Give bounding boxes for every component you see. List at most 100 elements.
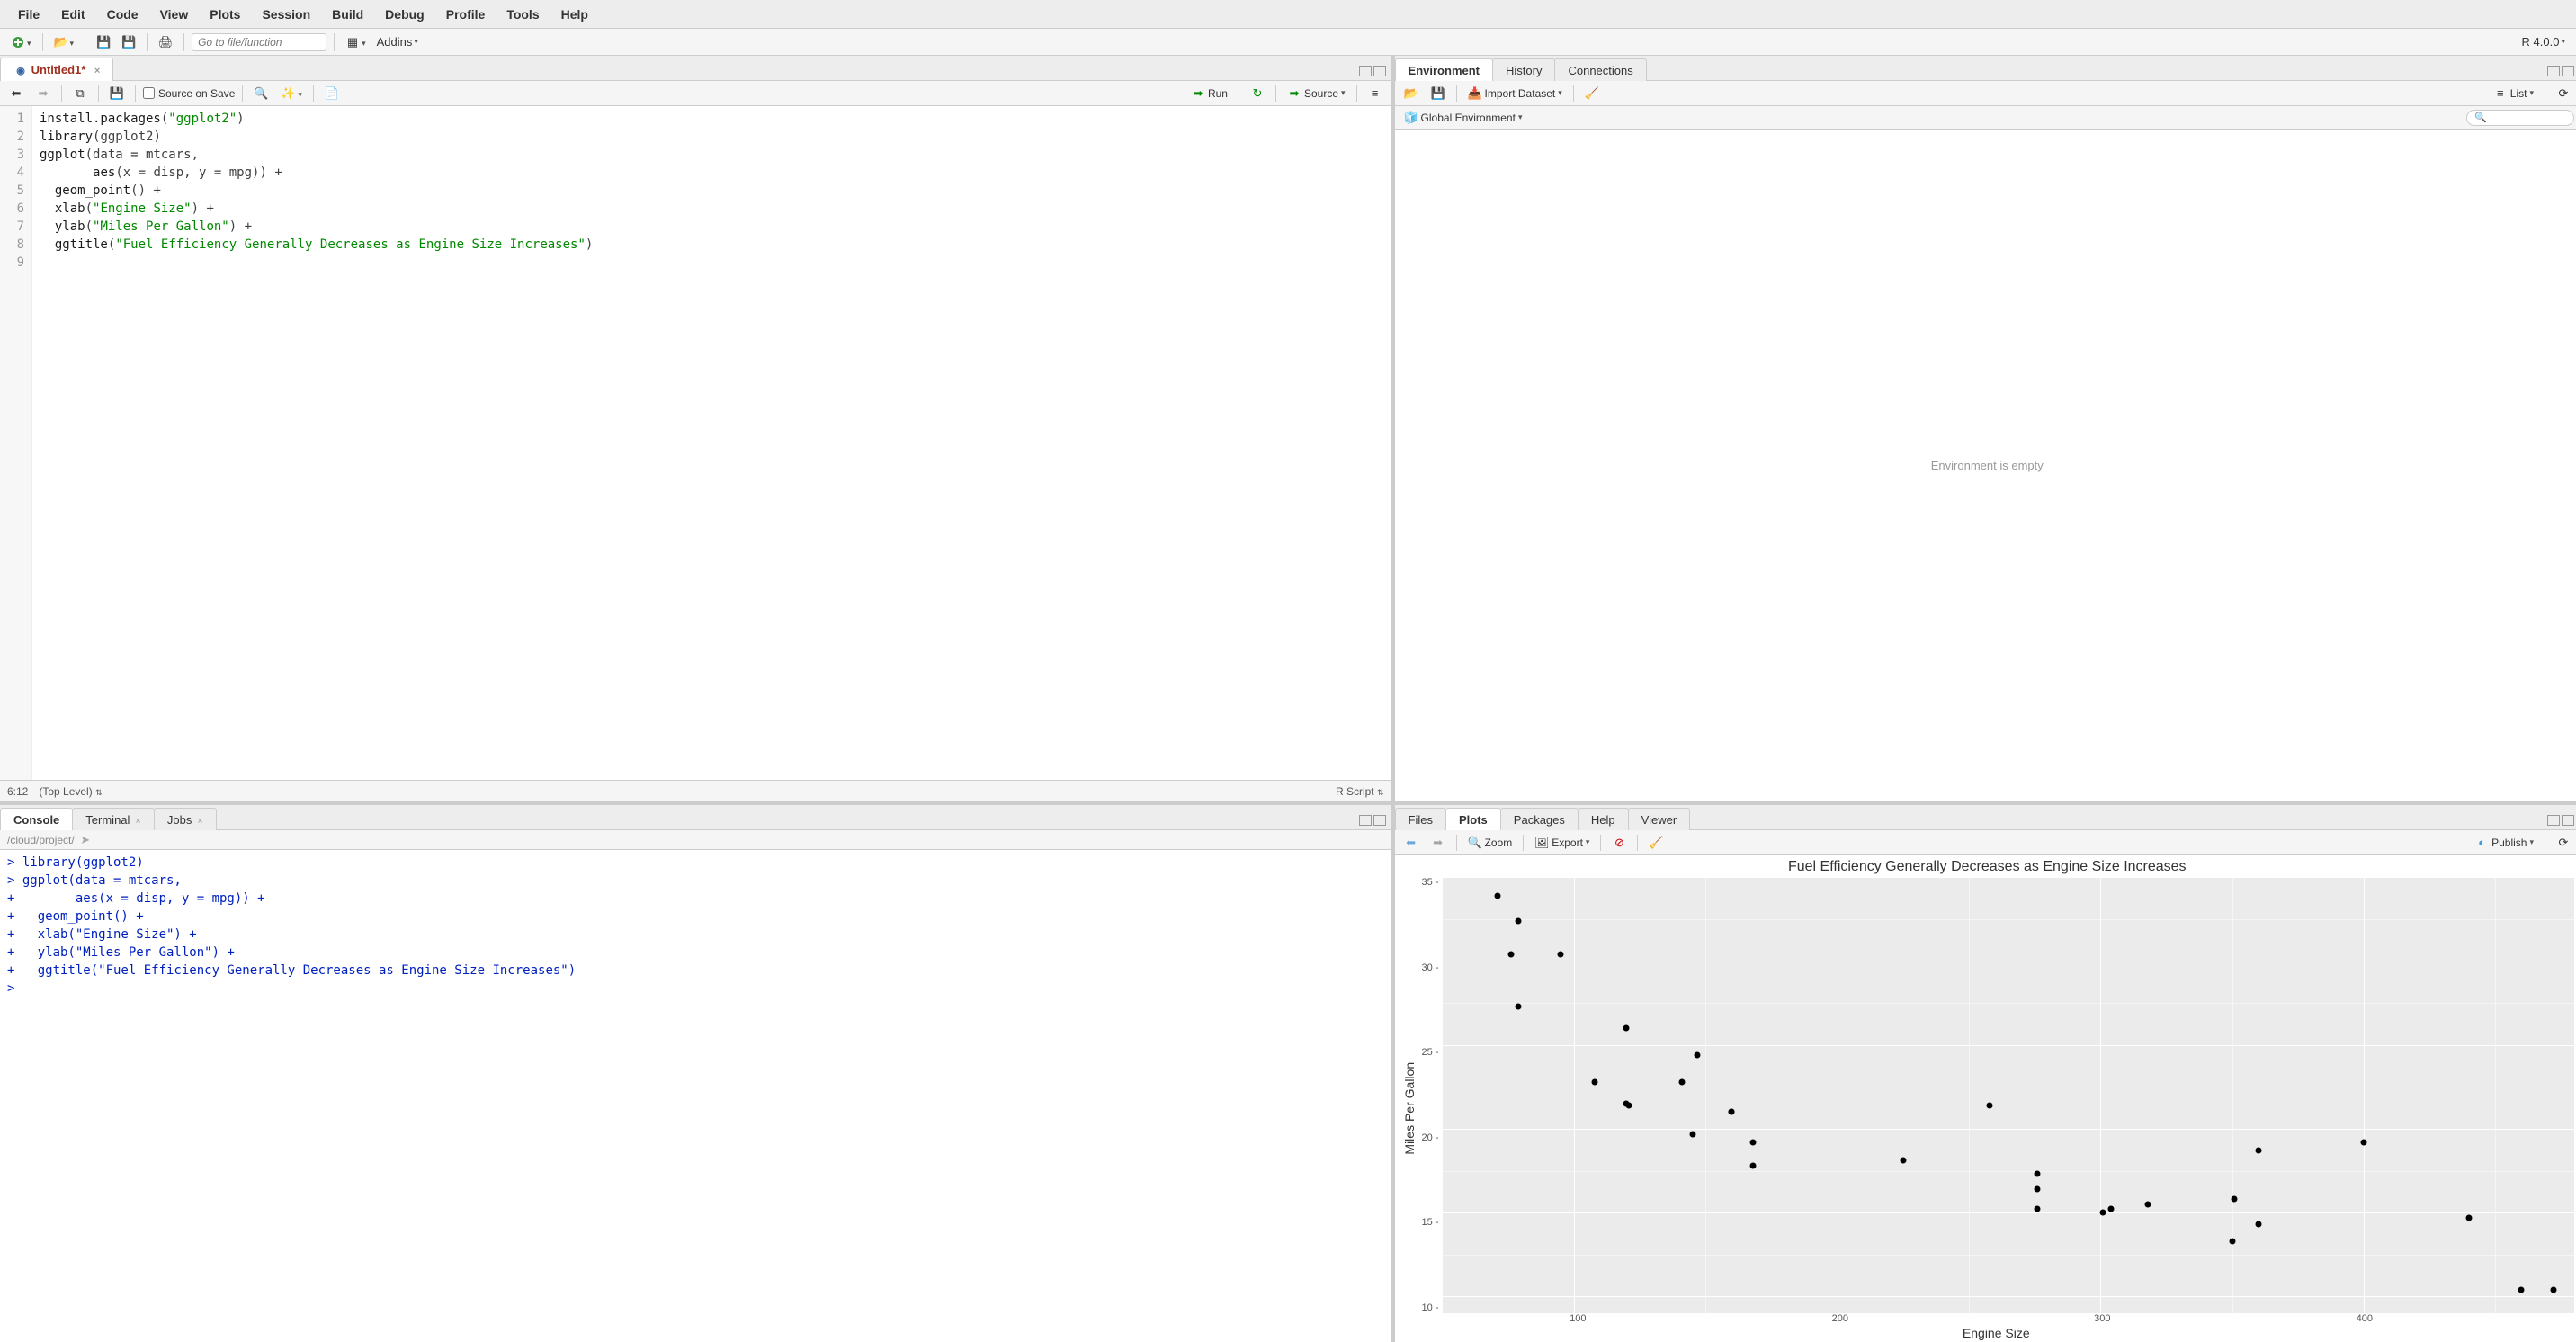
next-plot-button[interactable]: ➡: [1427, 834, 1449, 852]
clear-env-button[interactable]: 🧹: [1581, 85, 1603, 103]
load-workspace-button[interactable]: 📂: [1400, 85, 1422, 103]
menu-plots[interactable]: Plots: [199, 4, 251, 25]
menu-debug[interactable]: Debug: [374, 4, 435, 25]
code-editor[interactable]: 123456789 install.packages("ggplot2")lib…: [0, 106, 1391, 780]
refresh-env-button[interactable]: ⟳: [2553, 85, 2574, 103]
menu-help[interactable]: Help: [550, 4, 599, 25]
send-icon[interactable]: ➤: [78, 833, 93, 847]
maximize-button[interactable]: [1373, 815, 1386, 826]
save-button[interactable]: 💾: [93, 33, 114, 51]
remove-plot-button[interactable]: ⊘: [1608, 834, 1630, 852]
source-on-save-toggle[interactable]: Source on Save: [143, 87, 235, 100]
list-view-button[interactable]: ≡ List: [2490, 85, 2537, 103]
tab-help[interactable]: Help: [1578, 808, 1629, 830]
arrow-right-icon: ➡: [36, 86, 50, 101]
console-output[interactable]: > library(ggplot2)> ggplot(data = mtcars…: [0, 850, 1391, 1342]
tab-viewer[interactable]: Viewer: [1628, 808, 1691, 830]
tab-terminal[interactable]: Terminal×: [72, 808, 155, 830]
goto-file-input[interactable]: [192, 33, 326, 51]
console-path-bar: /cloud/project/ ➤: [0, 830, 1391, 850]
publish-label: Publish: [2491, 837, 2527, 849]
source-status-bar: 6:12 (Top Level) ⇅ R Script ⇅: [0, 780, 1391, 801]
source-tab-label: Untitled1*: [31, 63, 86, 76]
close-icon[interactable]: ×: [94, 66, 100, 76]
forward-button[interactable]: ➡: [32, 85, 54, 103]
open-file-button[interactable]: 📂: [50, 33, 78, 51]
save-workspace-button[interactable]: 💾: [1427, 85, 1449, 103]
tab-history[interactable]: History: [1492, 58, 1555, 81]
data-point: [2034, 1186, 2040, 1193]
minimize-button[interactable]: [1359, 66, 1372, 76]
environment-empty-message: Environment is empty: [1395, 130, 2576, 801]
tab-plots[interactable]: Plots: [1445, 808, 1501, 830]
source-tab[interactable]: ◉ Untitled1* ×: [0, 58, 113, 82]
close-icon[interactable]: ×: [197, 816, 202, 827]
import-icon: 📥: [1468, 86, 1482, 101]
maximize-button[interactable]: [2562, 815, 2574, 826]
tab-files[interactable]: Files: [1395, 808, 1446, 830]
export-button[interactable]: 🖼 Export: [1531, 834, 1593, 852]
env-search-input[interactable]: [2466, 110, 2574, 126]
minimize-button[interactable]: [1359, 815, 1372, 826]
print-button[interactable]: 🖨: [155, 33, 176, 51]
menu-code[interactable]: Code: [96, 4, 149, 25]
x-ticks: 100200300400: [1447, 1313, 2574, 1326]
tab-environment[interactable]: Environment: [1395, 58, 1493, 81]
data-point: [1749, 1139, 1756, 1145]
menu-file[interactable]: File: [7, 4, 50, 25]
import-dataset-button[interactable]: 📥 Import Dataset: [1464, 85, 1566, 103]
rerun-button[interactable]: ↻: [1247, 85, 1268, 103]
menu-tools[interactable]: Tools: [496, 4, 550, 25]
r-version-button[interactable]: R 4.0.0: [2518, 33, 2569, 50]
save-button[interactable]: 💾: [106, 85, 128, 103]
close-icon[interactable]: ×: [135, 816, 140, 827]
menu-session[interactable]: Session: [251, 4, 321, 25]
global-env-selector[interactable]: 🧊 Global Environment: [1400, 109, 1526, 127]
source-dropdown-label: Source: [1304, 87, 1338, 100]
source-toolbar: ⬅ ➡ ⧉ 💾 Source on Save 🔍 ✨ 📄 ➡: [0, 81, 1391, 106]
plot-canvas: Fuel Efficiency Generally Decreases as E…: [1395, 855, 2576, 1342]
addins-button[interactable]: Addins: [373, 33, 422, 50]
menu-profile[interactable]: Profile: [435, 4, 496, 25]
data-point: [1749, 1162, 1756, 1168]
compile-button[interactable]: 📄: [321, 85, 343, 103]
menu-view[interactable]: View: [149, 4, 200, 25]
popout-button[interactable]: ⧉: [69, 85, 91, 103]
maximize-button[interactable]: [1373, 66, 1386, 76]
tab-console[interactable]: Console: [0, 808, 73, 830]
prev-plot-button[interactable]: ⬅: [1400, 834, 1422, 852]
minimize-button[interactable]: [2547, 815, 2560, 826]
data-point: [1695, 1051, 1701, 1058]
run-button[interactable]: ➡ Run: [1187, 85, 1231, 103]
tab-packages[interactable]: Packages: [1500, 808, 1579, 830]
clear-plots-button[interactable]: 🧹: [1645, 834, 1667, 852]
tab-jobs[interactable]: Jobs×: [154, 808, 217, 830]
list-icon: ≡: [2493, 86, 2508, 101]
grid-icon: ▦: [345, 35, 360, 49]
source-on-save-checkbox[interactable]: [143, 87, 155, 99]
new-file-button[interactable]: [7, 33, 35, 51]
maximize-button[interactable]: [2562, 66, 2574, 76]
data-point: [1623, 1025, 1630, 1032]
source-dropdown-button[interactable]: ➡ Source: [1284, 85, 1349, 103]
back-button[interactable]: ⬅: [5, 85, 27, 103]
zoom-button[interactable]: 🔍 Zoom: [1464, 834, 1516, 852]
menu-build[interactable]: Build: [321, 4, 374, 25]
find-button[interactable]: 🔍: [250, 85, 272, 103]
refresh-plot-button[interactable]: ⟳: [2553, 834, 2574, 852]
outline-button[interactable]: ≡: [1364, 85, 1386, 103]
data-point: [2229, 1238, 2235, 1244]
data-point: [1900, 1158, 1906, 1164]
publish-button[interactable]: ◐ Publish: [2471, 834, 2537, 852]
grid-button[interactable]: ▦: [342, 33, 370, 51]
tab-connections[interactable]: Connections: [1554, 58, 1646, 81]
save-all-button[interactable]: 💾: [118, 33, 139, 51]
language-selector[interactable]: R Script ⇅: [1336, 785, 1384, 798]
data-point: [2518, 1286, 2525, 1293]
main-toolbar: 📂 💾 💾 🖨 ▦ Addins R 4.0.0: [0, 29, 2576, 56]
menu-edit[interactable]: Edit: [50, 4, 95, 25]
minimize-button[interactable]: [2547, 66, 2560, 76]
wand-button[interactable]: ✨: [277, 85, 306, 103]
broom-icon: 🧹: [1585, 86, 1599, 101]
scope-selector[interactable]: (Top Level) ⇅: [39, 785, 102, 798]
